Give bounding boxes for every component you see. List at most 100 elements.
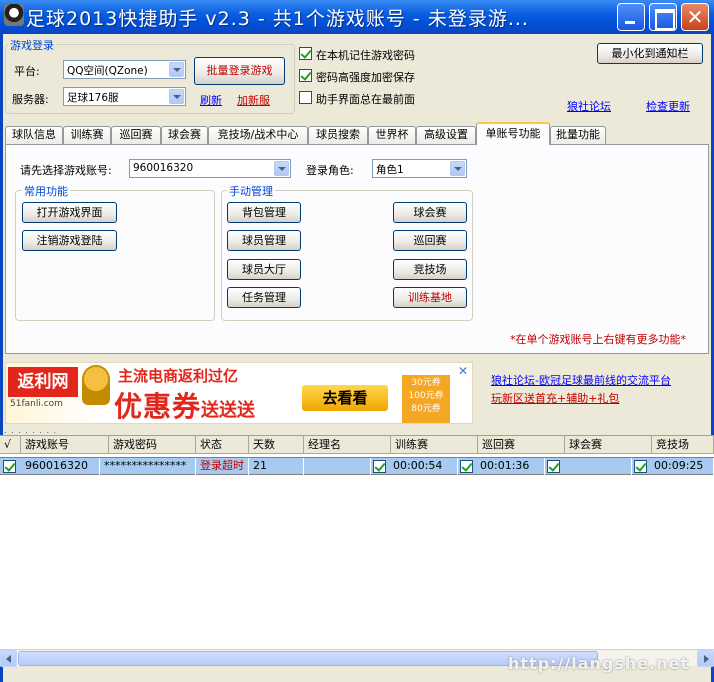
tab-player-search[interactable]: 球员搜索 bbox=[308, 126, 368, 144]
training-checkbox[interactable] bbox=[373, 460, 386, 473]
manual-manage-legend: 手动管理 bbox=[227, 183, 275, 199]
scroll-left-icon[interactable] bbox=[0, 650, 17, 667]
forum-link[interactable]: 狼社论坛 bbox=[567, 98, 611, 114]
server-label: 服务器: bbox=[12, 93, 49, 106]
server-value: 足球176服 bbox=[67, 92, 119, 104]
coupon-stack: 30元券 100元券 80元券 bbox=[402, 375, 450, 423]
window-title: 足球2013快捷助手 v2.3 - 共1个游戏账号 - 未登录游... bbox=[26, 8, 529, 30]
col-tour[interactable]: 巡回赛 bbox=[478, 436, 565, 454]
role-select[interactable]: 角色1 bbox=[372, 159, 467, 178]
mascot-icon bbox=[82, 365, 110, 405]
ad-big-text: 优惠券送送送 bbox=[114, 385, 256, 423]
club-checkbox[interactable] bbox=[547, 460, 560, 473]
scroll-right-icon[interactable] bbox=[697, 650, 714, 667]
chevron-down-icon[interactable] bbox=[169, 62, 184, 77]
fanli-domain: 51fanli.com bbox=[10, 399, 63, 409]
soccer-ball-icon bbox=[4, 4, 24, 26]
ad-close-icon[interactable]: ✕ bbox=[458, 365, 470, 377]
account-label: 请先选择游戏账号: bbox=[20, 164, 112, 177]
minimize-to-tray-button[interactable]: 最小化到通知栏 bbox=[597, 43, 703, 64]
tab-training[interactable]: 训练赛 bbox=[63, 126, 111, 144]
task-manage-button[interactable]: 任务管理 bbox=[227, 287, 301, 308]
server-select[interactable]: 足球176服 bbox=[63, 87, 186, 106]
table-row[interactable]: 960016320 *************** 登录超时 21 00:00:… bbox=[0, 457, 714, 475]
col-status[interactable]: 状态 bbox=[196, 436, 249, 454]
login-legend: 游戏登录 bbox=[8, 37, 56, 53]
training-base-button[interactable]: 训练基地 bbox=[393, 287, 467, 308]
maximize-button[interactable] bbox=[649, 3, 677, 31]
player-hall-button[interactable]: 球员大厅 bbox=[227, 259, 301, 280]
tab-team-info[interactable]: 球队信息 bbox=[5, 126, 63, 144]
row-manager bbox=[304, 458, 371, 475]
ad-banner[interactable]: 返利网 51fanli.com 主流电商返利过亿 优惠券送送送 去看看 30元券… bbox=[5, 362, 473, 424]
close-icon: ✕ bbox=[686, 5, 704, 29]
ad-cta-button[interactable]: 去看看 bbox=[302, 385, 388, 411]
arena-checkbox[interactable] bbox=[634, 460, 647, 473]
accounts-grid[interactable]: √ 游戏账号 游戏密码 状态 天数 经理名 训练赛 巡回赛 球会赛 竞技场 96… bbox=[0, 435, 714, 665]
refresh-link[interactable]: 刷新 bbox=[200, 92, 222, 108]
player-manage-button[interactable]: 球员管理 bbox=[227, 230, 301, 251]
minimize-icon bbox=[618, 4, 644, 30]
forum-promo-link[interactable]: 狼社论坛-欧冠足球最前线的交流平台 bbox=[491, 372, 671, 388]
col-check[interactable]: √ bbox=[0, 436, 21, 454]
arena-button[interactable]: 竞技场 bbox=[393, 259, 467, 280]
col-club[interactable]: 球会赛 bbox=[565, 436, 652, 454]
remember-password-checkbox[interactable] bbox=[299, 47, 312, 60]
club-match-button[interactable]: 球会赛 bbox=[393, 202, 467, 223]
common-functions-legend: 常用功能 bbox=[22, 183, 70, 199]
row-checkbox[interactable] bbox=[3, 460, 16, 473]
col-account[interactable]: 游戏账号 bbox=[21, 436, 109, 454]
row-arena: 00:09:25 bbox=[650, 458, 714, 475]
minimize-button[interactable] bbox=[617, 3, 645, 31]
account-select[interactable]: 960016320 bbox=[129, 159, 291, 178]
tab-advanced-settings[interactable]: 高级设置 bbox=[416, 126, 476, 144]
tab-arena-tactics[interactable]: 竞技场/战术中心 bbox=[208, 126, 308, 144]
splitter-grip[interactable]: . . . . . . . . bbox=[4, 426, 57, 435]
account-value: 960016320 bbox=[133, 162, 194, 174]
close-button[interactable]: ✕ bbox=[681, 3, 709, 31]
row-days: 21 bbox=[249, 458, 304, 475]
strong-encrypt-label: 密码高强度加密保存 bbox=[316, 71, 415, 84]
chevron-down-icon[interactable] bbox=[450, 161, 465, 176]
row-training: 00:00:54 bbox=[389, 458, 458, 475]
row-status: 登录超时 bbox=[196, 458, 249, 475]
col-training[interactable]: 训练赛 bbox=[391, 436, 478, 454]
chevron-down-icon[interactable] bbox=[274, 161, 289, 176]
role-value: 角色1 bbox=[376, 164, 404, 176]
fanli-logo: 返利网 bbox=[8, 367, 78, 397]
col-password[interactable]: 游戏密码 bbox=[109, 436, 196, 454]
row-password: *************** bbox=[100, 458, 196, 475]
tab-single-account[interactable]: 单账号功能 bbox=[476, 122, 550, 145]
row-tour: 00:01:36 bbox=[476, 458, 545, 475]
ad-big-word: 优惠券 bbox=[114, 390, 202, 423]
backpack-manage-button[interactable]: 背包管理 bbox=[227, 202, 301, 223]
new-server-promo-link[interactable]: 玩新区送首充+辅助+礼包 bbox=[491, 390, 619, 406]
tab-tour[interactable]: 巡回赛 bbox=[111, 126, 161, 144]
tab-club-match[interactable]: 球会赛 bbox=[161, 126, 208, 144]
add-server-link[interactable]: 加新服 bbox=[237, 92, 270, 108]
maximize-icon bbox=[650, 4, 676, 30]
tab-batch[interactable]: 批量功能 bbox=[550, 126, 606, 144]
open-game-button[interactable]: 打开游戏界面 bbox=[22, 202, 117, 223]
batch-login-button[interactable]: 批量登录游戏 bbox=[194, 57, 285, 85]
col-arena[interactable]: 竞技场 bbox=[652, 436, 714, 454]
platform-value: QQ空间(QZone) bbox=[67, 65, 148, 77]
tour-button[interactable]: 巡回赛 bbox=[393, 230, 467, 251]
col-manager[interactable]: 经理名 bbox=[304, 436, 391, 454]
chevron-down-icon[interactable] bbox=[169, 89, 184, 104]
watermark: http://langshe.net bbox=[508, 654, 690, 673]
platform-select[interactable]: QQ空间(QZone) bbox=[63, 60, 186, 79]
ad-headline: 主流电商返利过亿 bbox=[118, 367, 239, 385]
row-club bbox=[563, 458, 632, 475]
ad-big-suffix: 送送送 bbox=[201, 400, 256, 421]
tour-checkbox[interactable] bbox=[460, 460, 473, 473]
right-click-hint: *在单个游戏账号上右键有更多功能* bbox=[510, 333, 686, 346]
tab-world-cup[interactable]: 世界杯 bbox=[368, 126, 416, 144]
check-update-link[interactable]: 检查更新 bbox=[646, 98, 690, 114]
remember-password-label: 在本机记住游戏密码 bbox=[316, 49, 415, 62]
logout-game-button[interactable]: 注销游戏登陆 bbox=[22, 230, 117, 251]
title-bar[interactable]: 足球2013快捷助手 v2.3 - 共1个游戏账号 - 未登录游... ✕ bbox=[0, 0, 714, 34]
col-days[interactable]: 天数 bbox=[249, 436, 304, 454]
always-on-top-checkbox[interactable] bbox=[299, 91, 312, 104]
strong-encrypt-checkbox[interactable] bbox=[299, 69, 312, 82]
